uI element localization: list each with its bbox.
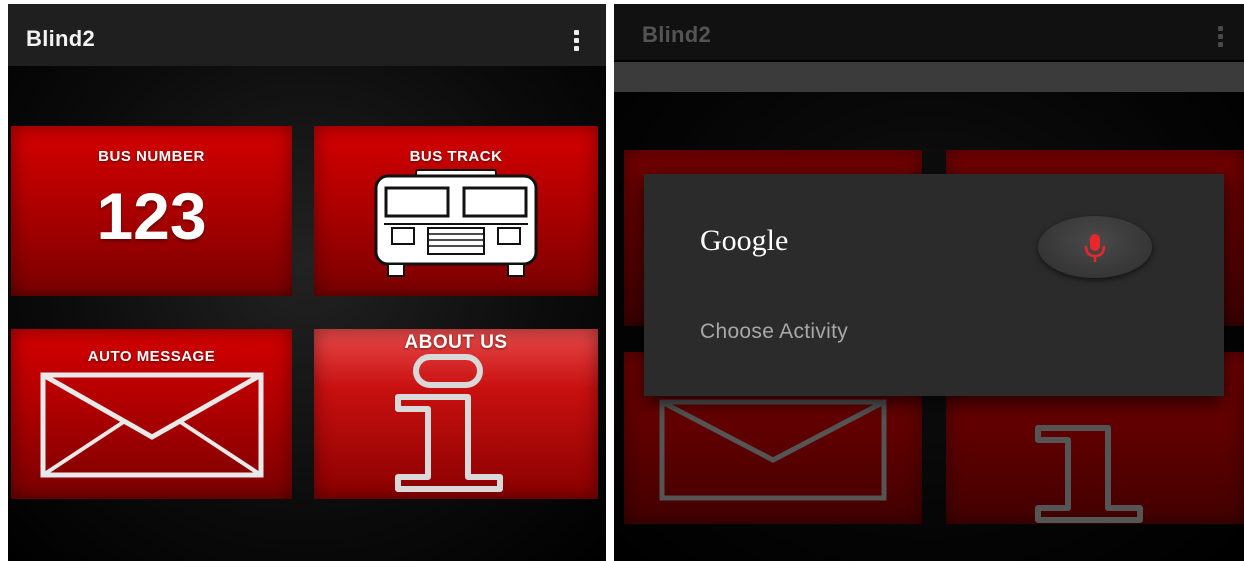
- app-title: Blind2: [26, 26, 96, 51]
- overflow-menu-icon[interactable]: [574, 30, 580, 51]
- info-icon: [395, 354, 503, 492]
- about-us-label: ABOUT US: [404, 332, 508, 353]
- microphone-icon: [1084, 234, 1106, 262]
- action-bar: Blind2: [8, 4, 606, 66]
- mic-button[interactable]: [1038, 216, 1152, 278]
- auto-message-tile[interactable]: AUTO MESSAGE: [11, 329, 292, 499]
- choose-activity-text: Choose Activity: [700, 320, 849, 343]
- bus-number-label: BUS NUMBER: [98, 148, 205, 165]
- voice-search-dialog: Google Choose Activity: [644, 174, 1224, 396]
- bus-icon: [374, 169, 538, 277]
- google-logo-text: Google: [700, 224, 789, 257]
- bus-track-label: BUS TRACK: [409, 148, 503, 165]
- about-us-tile[interactable]: ABOUT US: [314, 329, 598, 499]
- home-screen: Blind2 BUS NUMBER 123 BUS TRACK AUTO MES…: [8, 4, 606, 561]
- auto-message-label: AUTO MESSAGE: [87, 348, 216, 365]
- bus-number-tile[interactable]: BUS NUMBER 123: [11, 126, 292, 296]
- bus-number-value: 123: [96, 179, 207, 253]
- envelope-icon: [40, 372, 264, 478]
- voice-search-screen: Blind2 Google Choose Activity: [614, 4, 1244, 561]
- bus-track-tile[interactable]: BUS TRACK: [314, 126, 598, 296]
